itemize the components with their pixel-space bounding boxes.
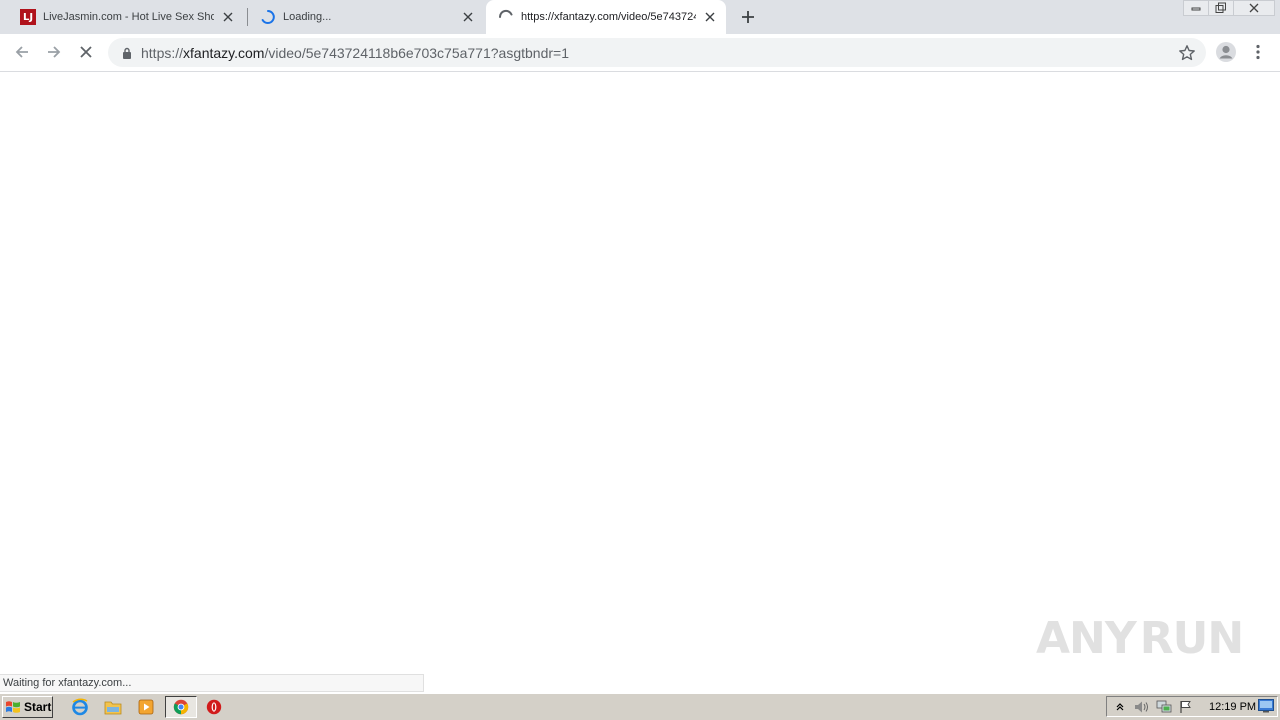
- forward-button[interactable]: [42, 40, 66, 64]
- volume-icon[interactable]: [1133, 699, 1151, 715]
- livejasmin-favicon: LJ: [20, 9, 36, 25]
- close-icon[interactable]: [460, 9, 476, 25]
- avatar-icon: [1216, 42, 1236, 62]
- address-bar[interactable]: https://xfantazy.com/video/5e743724118b6…: [108, 38, 1206, 67]
- chrome-icon[interactable]: [165, 696, 197, 718]
- close-window-button[interactable]: [1233, 0, 1275, 16]
- action-center-flag-icon[interactable]: [1177, 699, 1195, 715]
- minimize-button[interactable]: [1183, 0, 1209, 16]
- windows-logo-icon: [6, 701, 20, 713]
- back-arrow-icon: [15, 46, 28, 58]
- close-icon[interactable]: [220, 9, 236, 25]
- tab-title: Loading...: [283, 11, 332, 23]
- back-button[interactable]: [10, 40, 34, 64]
- lock-icon[interactable]: [120, 46, 134, 60]
- loading-spinner-icon: [260, 9, 276, 25]
- stop-loading-button[interactable]: [74, 40, 98, 64]
- forward-arrow-icon: [48, 46, 61, 58]
- watermark-right-text: RUN: [1139, 612, 1244, 664]
- watermark-left-text: ANY: [1036, 612, 1137, 664]
- profile-button[interactable]: [1214, 40, 1238, 64]
- tab-title: https://xfantazy.com/video/5e743724118b6…: [521, 11, 696, 23]
- tab-title: LiveJasmin.com - Hot Live Sex Shows: [43, 11, 214, 23]
- bookmark-star-icon[interactable]: [1178, 44, 1196, 62]
- livejasmin-logo: LJ: [20, 9, 36, 25]
- opera-icon[interactable]: [203, 697, 225, 717]
- clock[interactable]: 12:19 PM: [1209, 701, 1256, 713]
- file-explorer-icon[interactable]: [102, 697, 124, 717]
- tab-strip: LJ LiveJasmin.com - Hot Live Sex Shows L…: [0, 0, 1280, 34]
- restore-icon: [1215, 2, 1226, 13]
- kebab-menu-icon: [1256, 44, 1260, 60]
- tab-loading[interactable]: Loading...: [248, 0, 484, 34]
- tab-xfantazy[interactable]: https://xfantazy.com/video/5e743724118b6…: [486, 0, 726, 34]
- tab-livejasmin[interactable]: LJ LiveJasmin.com - Hot Live Sex Shows: [8, 0, 244, 34]
- internet-explorer-icon[interactable]: [69, 697, 91, 717]
- url-text[interactable]: https://xfantazy.com/video/5e743724118b6…: [141, 45, 569, 61]
- restore-button[interactable]: [1208, 0, 1234, 16]
- anyrun-watermark: ANY RUN: [1036, 606, 1244, 670]
- minimize-icon: [1191, 7, 1201, 11]
- media-player-icon[interactable]: [135, 697, 157, 717]
- start-button[interactable]: Start: [2, 696, 53, 718]
- windows-taskbar: Start 12:19 PM: [0, 693, 1280, 720]
- start-label: Start: [24, 700, 52, 714]
- show-hidden-icons[interactable]: [1111, 699, 1129, 715]
- url-path: /video/5e743724118b6e703c75a771?asgtbndr…: [264, 44, 569, 61]
- show-desktop-icon[interactable]: [1258, 699, 1274, 713]
- close-icon: [1249, 3, 1259, 13]
- page-content: [0, 72, 1280, 693]
- network-icon[interactable]: [1155, 699, 1173, 715]
- loading-spinner-icon: [498, 9, 514, 25]
- new-tab-button[interactable]: [738, 7, 758, 27]
- url-host: xfantazy.com: [183, 44, 265, 61]
- system-tray: 12:19 PM: [1106, 696, 1278, 717]
- status-bubble: Waiting for xfantazy.com...: [0, 674, 424, 692]
- browser-toolbar: https://xfantazy.com/video/5e743724118b6…: [0, 34, 1280, 72]
- url-scheme: https://: [141, 44, 184, 61]
- menu-button[interactable]: [1246, 40, 1270, 64]
- stop-icon: [80, 46, 92, 58]
- close-icon[interactable]: [702, 9, 718, 25]
- plus-icon: [742, 11, 754, 23]
